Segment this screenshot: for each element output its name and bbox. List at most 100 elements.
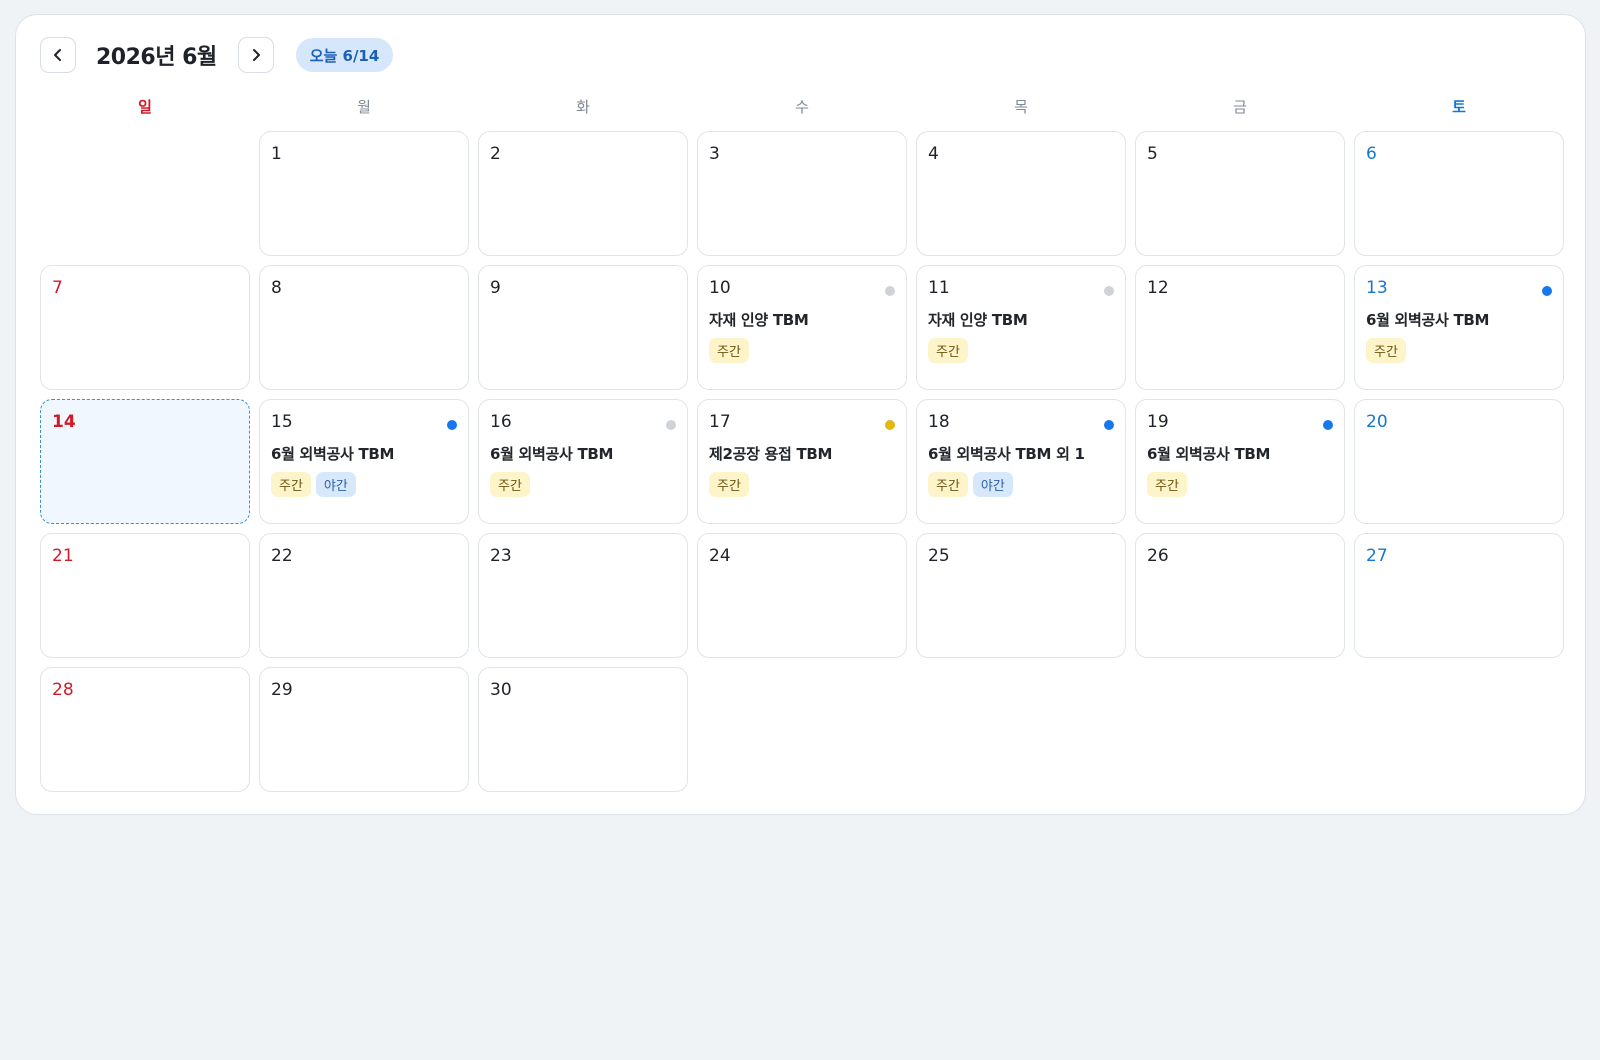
day-number: 22 xyxy=(271,546,293,566)
day-cell[interactable]: 22 xyxy=(259,533,469,658)
chevron-right-icon xyxy=(252,49,260,61)
today-button[interactable]: 오늘 6/14 xyxy=(295,38,394,72)
night-shift-badge: 야간 xyxy=(315,472,356,497)
status-dot-icon xyxy=(447,420,457,430)
day-cell[interactable]: 30 xyxy=(478,667,688,792)
event-title[interactable]: 6월 외벽공사 TBM xyxy=(1147,443,1336,464)
day-number: 25 xyxy=(928,546,950,566)
day-cell[interactable]: 28 xyxy=(40,667,250,792)
status-dot-icon xyxy=(885,286,895,296)
day-shift-badge: 주간 xyxy=(709,338,749,363)
day-cell[interactable]: 25 xyxy=(916,533,1126,658)
day-number: 2 xyxy=(490,144,501,164)
month-title: 2026년 6월 xyxy=(96,45,217,70)
day-cell[interactable]: 5 xyxy=(1135,131,1345,256)
day-number: 1 xyxy=(271,144,282,164)
shift-tags: 주간 xyxy=(1147,472,1187,497)
day-cell[interactable]: 6 xyxy=(1354,131,1564,256)
day-shift-badge: 주간 xyxy=(1147,472,1187,497)
day-number: 11 xyxy=(928,278,950,298)
day-cell[interactable]: 3 xyxy=(697,131,907,256)
shift-tags: 주간 xyxy=(1366,338,1406,363)
day-number: 20 xyxy=(1366,412,1388,432)
day-cell[interactable]: 2 xyxy=(478,131,688,256)
weekday-label: 화 xyxy=(576,98,590,116)
day-number: 21 xyxy=(52,546,74,566)
day-number: 4 xyxy=(928,144,939,164)
event-title[interactable]: 6월 외벽공사 TBM xyxy=(1366,309,1555,330)
day-number: 7 xyxy=(52,278,63,298)
day-cell[interactable]: 15 6월 외벽공사 TBM 주간 야간 xyxy=(259,399,469,524)
day-cell[interactable]: 9 xyxy=(478,265,688,390)
status-dot-icon xyxy=(1104,286,1114,296)
status-dot-icon xyxy=(885,420,895,430)
day-shift-badge: 주간 xyxy=(1366,338,1406,363)
day-shift-badge: 주간 xyxy=(490,472,530,497)
day-cell[interactable]: 10 자재 인양 TBM 주간 xyxy=(697,265,907,390)
calendar-header: 2026년 6월 오늘 6/14 xyxy=(40,36,394,74)
shift-tags: 주간 야간 xyxy=(271,472,356,497)
day-cell[interactable]: 26 xyxy=(1135,533,1345,658)
day-shift-badge: 주간 xyxy=(709,472,749,497)
day-number: 9 xyxy=(490,278,501,298)
status-dot-icon xyxy=(1542,286,1552,296)
day-number: 6 xyxy=(1366,144,1377,164)
chevron-left-icon xyxy=(54,49,61,61)
status-dot-icon xyxy=(1323,420,1333,430)
day-number: 12 xyxy=(1147,278,1169,298)
shift-tags: 주간 xyxy=(490,472,530,497)
day-cell[interactable]: 18 6월 외벽공사 TBM 외 1 주간 야간 xyxy=(916,399,1126,524)
day-cell[interactable]: 4 xyxy=(916,131,1126,256)
day-number: 28 xyxy=(52,680,74,700)
event-title[interactable]: 자재 인양 TBM xyxy=(709,309,898,330)
day-number: 30 xyxy=(490,680,512,700)
weekday-label: 일 xyxy=(138,98,152,116)
day-shift-badge: 주간 xyxy=(928,338,968,363)
day-cell[interactable]: 17 제2공장 용접 TBM 주간 xyxy=(697,399,907,524)
prev-month-button[interactable] xyxy=(40,37,76,73)
day-number: 5 xyxy=(1147,144,1158,164)
event-title[interactable]: 6월 외벽공사 TBM xyxy=(490,443,679,464)
day-number: 17 xyxy=(709,412,731,432)
day-number: 19 xyxy=(1147,412,1169,432)
day-number: 14 xyxy=(52,412,76,432)
day-cell[interactable]: 27 xyxy=(1354,533,1564,658)
weekday-label: 월 xyxy=(357,98,371,116)
next-month-button[interactable] xyxy=(237,37,274,73)
day-number: 27 xyxy=(1366,546,1388,566)
day-number: 16 xyxy=(490,412,512,432)
day-shift-badge: 주간 xyxy=(271,472,311,497)
day-cell[interactable]: 23 xyxy=(478,533,688,658)
day-cell[interactable]: 1 xyxy=(259,131,469,256)
event-title[interactable]: 6월 외벽공사 TBM 외 1 xyxy=(928,443,1117,464)
day-number: 15 xyxy=(271,412,293,432)
event-title[interactable]: 제2공장 용접 TBM xyxy=(709,443,898,464)
day-cell[interactable]: 24 xyxy=(697,533,907,658)
event-title[interactable]: 자재 인양 TBM xyxy=(928,309,1117,330)
weekday-label: 토 xyxy=(1452,98,1466,116)
day-cell[interactable]: 21 xyxy=(40,533,250,658)
shift-tags: 주간 야간 xyxy=(928,472,1013,497)
day-number: 8 xyxy=(271,278,282,298)
day-cell[interactable]: 7 xyxy=(40,265,250,390)
day-cell[interactable]: 19 6월 외벽공사 TBM 주간 xyxy=(1135,399,1345,524)
shift-tags: 주간 xyxy=(709,472,749,497)
day-number: 3 xyxy=(709,144,720,164)
day-number: 24 xyxy=(709,546,731,566)
shift-tags: 주간 xyxy=(928,338,968,363)
day-number: 18 xyxy=(928,412,950,432)
day-number: 26 xyxy=(1147,546,1169,566)
day-cell-today[interactable]: 14 xyxy=(40,399,250,524)
day-cell[interactable]: 29 xyxy=(259,667,469,792)
day-cell[interactable]: 16 6월 외벽공사 TBM 주간 xyxy=(478,399,688,524)
day-cell[interactable]: 8 xyxy=(259,265,469,390)
status-dot-icon xyxy=(1104,420,1114,430)
weekday-label: 금 xyxy=(1233,98,1247,116)
day-cell[interactable]: 13 6월 외벽공사 TBM 주간 xyxy=(1354,265,1564,390)
status-dot-icon xyxy=(666,420,676,430)
day-cell[interactable]: 11 자재 인양 TBM 주간 xyxy=(916,265,1126,390)
day-cell[interactable]: 20 xyxy=(1354,399,1564,524)
day-cell[interactable]: 12 xyxy=(1135,265,1345,390)
event-title[interactable]: 6월 외벽공사 TBM xyxy=(271,443,460,464)
day-shift-badge: 주간 xyxy=(928,472,968,497)
